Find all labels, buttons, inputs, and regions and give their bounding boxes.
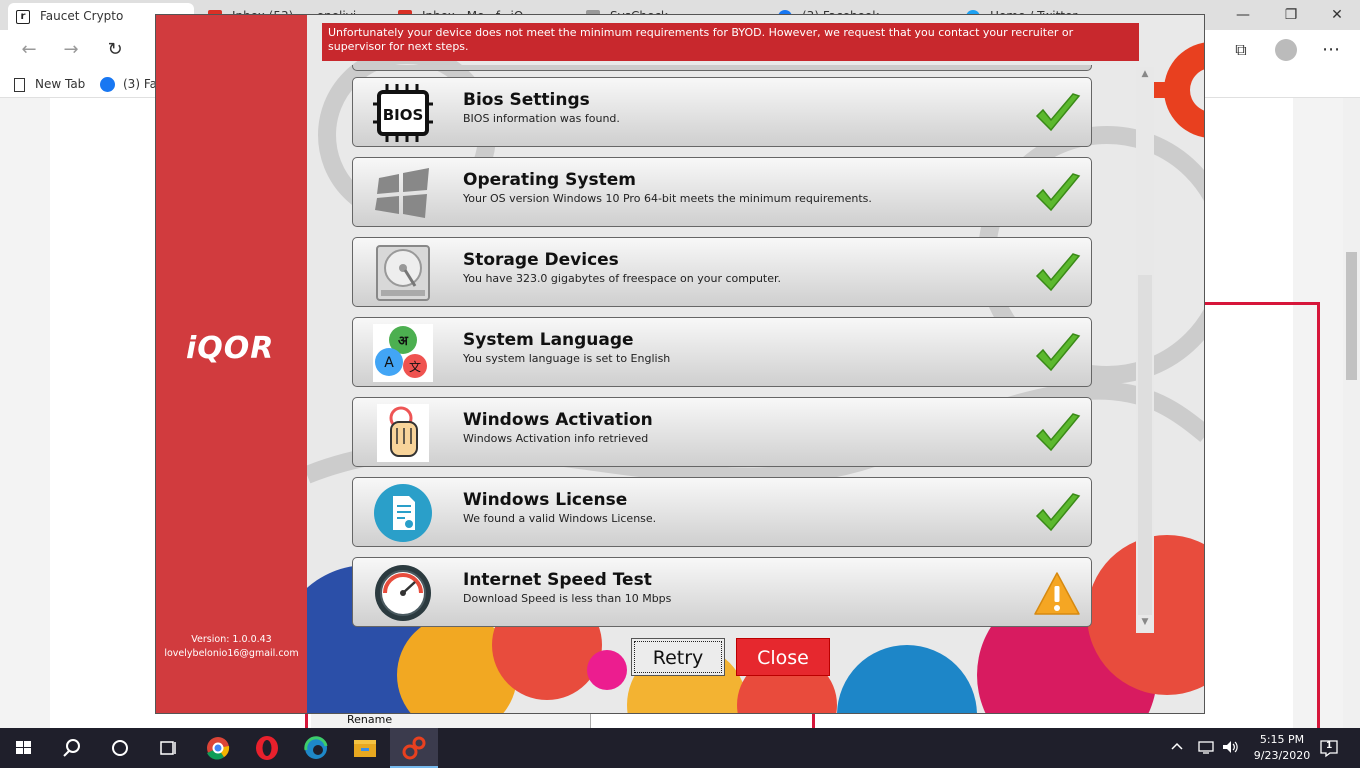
gear-icon: [1154, 42, 1204, 138]
user-email: lovelybelonio16@gmail.com: [164, 648, 299, 659]
start-windows-icon[interactable]: [0, 728, 48, 768]
check-card-activation: Windows Activation Windows Activation in…: [352, 397, 1092, 467]
page-scrollbar[interactable]: [1343, 98, 1360, 728]
forward-arrow-icon[interactable]: →: [56, 35, 86, 65]
clock[interactable]: 5:15 PM 9/23/2020: [1252, 732, 1312, 764]
warning-icon: [1034, 572, 1080, 615]
check-title: Bios Settings: [463, 90, 590, 110]
bookmark-new-tab[interactable]: New Tab: [14, 74, 85, 94]
tray-chevron-icon[interactable]: [1170, 740, 1184, 757]
background-window-frame: [1200, 302, 1320, 742]
checkmark-icon: [1035, 493, 1081, 532]
clock-date: 9/23/2020: [1253, 749, 1311, 762]
page-icon: [14, 77, 25, 92]
scroll-down-icon[interactable]: ▼: [1136, 617, 1154, 633]
facebook-icon: [100, 77, 115, 92]
check-card-speed: Internet Speed Test Download Speed is le…: [352, 557, 1092, 627]
network-icon[interactable]: [1198, 740, 1214, 757]
rename-menu-item[interactable]: Rename: [311, 712, 591, 728]
version-info: Version: 1.0.0.43 lovelybelonio16@gmail.…: [156, 633, 307, 661]
close-button[interactable]: Close: [736, 638, 830, 676]
check-card-bios: BIOS Bios Settings BIOS information was …: [352, 77, 1092, 147]
edge-icon[interactable]: [292, 728, 340, 768]
profile-avatar-icon[interactable]: [1271, 35, 1301, 65]
task-view-icon[interactable]: [144, 728, 192, 768]
notification-center-icon[interactable]: 1: [1318, 738, 1342, 758]
notification-count: 1: [1326, 741, 1333, 751]
scroll-up-icon[interactable]: ▲: [1136, 69, 1154, 79]
check-desc: Your OS version Windows 10 Pro 64-bit me…: [463, 192, 872, 205]
checks-scrollbar-thumb[interactable]: [1138, 275, 1152, 615]
background-window: Rename: [305, 712, 815, 728]
version-label: Version: 1.0.0.43: [191, 634, 272, 645]
bookmark-label: New Tab: [35, 77, 86, 91]
check-title: Windows License: [463, 490, 628, 510]
minimize-button[interactable]: —: [1220, 0, 1266, 30]
requirements-banner: Unfortunately your device does not meet …: [322, 23, 1139, 61]
iqor-logo: iQOR: [186, 331, 275, 366]
hard-drive-icon: [376, 245, 430, 301]
checkmark-icon: [1035, 173, 1081, 212]
check-card-storage: Storage Devices You have 323.0 gigabytes…: [352, 237, 1092, 307]
svg-text:BIOS: BIOS: [383, 106, 424, 124]
checkmark-icon: [1035, 93, 1081, 132]
syscheck-app-window: iQOR Version: 1.0.0.43 lovelybelonio16@g…: [155, 14, 1205, 714]
tab-label: Faucet Crypto: [40, 9, 124, 23]
checkmark-icon: [1035, 253, 1081, 292]
check-card-os: Operating System Your OS version Windows…: [352, 157, 1092, 227]
chrome-icon[interactable]: [194, 728, 242, 768]
check-card-language: अA文 System Language You system language …: [352, 317, 1092, 387]
speedometer-icon: [375, 565, 431, 621]
svg-text:A: A: [384, 355, 394, 371]
check-desc: Windows Activation info retrieved: [463, 432, 649, 445]
license-document-icon: [374, 484, 432, 542]
svg-text:अ: अ: [398, 334, 409, 349]
svg-text:文: 文: [409, 359, 421, 374]
bios-icon: BIOS: [373, 84, 433, 142]
faucet-favicon-icon: r: [16, 9, 30, 24]
checkmark-icon: [1035, 333, 1081, 372]
check-desc: You have 323.0 gigabytes of freespace on…: [463, 272, 782, 285]
check-title: Storage Devices: [463, 250, 619, 270]
check-card-license: Windows License We found a valid Windows…: [352, 477, 1092, 547]
checkmark-icon: [1035, 413, 1081, 452]
close-window-button[interactable]: ✕: [1314, 0, 1360, 30]
check-desc: Download Speed is less than 10 Mbps: [463, 592, 672, 605]
language-icon: अA 文: [373, 324, 433, 382]
page-scrollbar-thumb[interactable]: [1346, 252, 1357, 380]
retry-button[interactable]: Retry: [631, 638, 725, 676]
search-icon[interactable]: [48, 728, 96, 768]
collections-icon[interactable]: ⧉: [1226, 35, 1256, 65]
check-title: Windows Activation: [463, 410, 653, 430]
windows-logo-icon: [375, 168, 429, 218]
more-menu-icon[interactable]: ⋯: [1316, 35, 1346, 65]
file-explorer-icon[interactable]: [341, 728, 389, 768]
check-title: System Language: [463, 330, 634, 350]
check-title: Operating System: [463, 170, 636, 190]
card-partial: [352, 65, 1092, 71]
refresh-icon[interactable]: ↻: [100, 35, 130, 65]
clock-time: 5:15 PM: [1259, 733, 1305, 746]
check-title: Internet Speed Test: [463, 570, 652, 590]
cortana-icon[interactable]: [96, 728, 144, 768]
volume-icon[interactable]: [1222, 740, 1240, 757]
maximize-button[interactable]: ❐: [1268, 0, 1314, 30]
app-sidebar: iQOR Version: 1.0.0.43 lovelybelonio16@g…: [156, 15, 307, 713]
check-desc: We found a valid Windows License.: [463, 512, 657, 525]
check-desc: BIOS information was found.: [463, 112, 620, 125]
opera-icon[interactable]: [243, 728, 291, 768]
taskbar: 5:15 PM 9/23/2020 1: [0, 728, 1360, 768]
check-desc: You system language is set to English: [463, 352, 671, 365]
touch-activation-icon: [377, 404, 429, 462]
back-arrow-icon[interactable]: ←: [14, 35, 44, 65]
syscheck-taskbar-icon[interactable]: [390, 728, 438, 768]
